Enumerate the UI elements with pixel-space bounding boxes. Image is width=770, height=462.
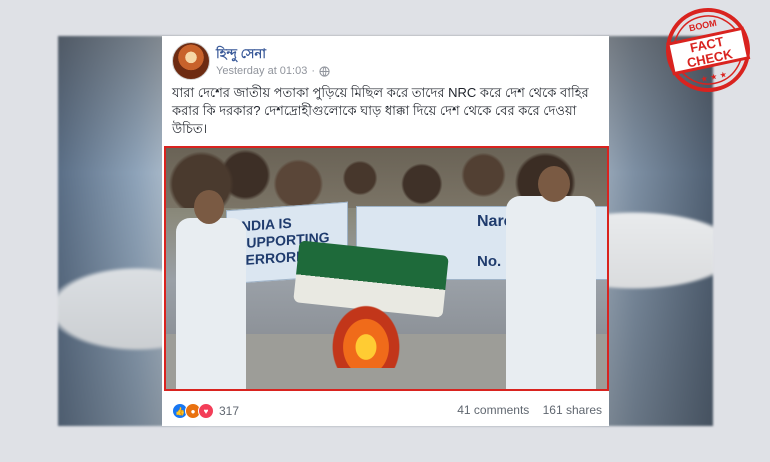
page-name-link[interactable]: হিন্দু সেনা [216,45,266,66]
dot-separator: · [311,65,316,77]
post-header: হিন্দু সেনা Yesterday at 01:03 · [172,42,592,82]
post-text: যারা দেশের জাতীয় পতাকা পুড়িয়ে মিছিল ক… [172,85,589,136]
shares-count[interactable]: 161 shares [543,403,602,417]
stamp-stars: ★ ★ ★ [700,70,728,84]
avatar[interactable] [172,42,210,80]
person-left [176,218,246,389]
facebook-post: হিন্দু সেনা Yesterday at 01:03 · যারা দে… [162,36,609,426]
post-meta: Yesterday at 01:03 · [216,65,330,77]
comments-count[interactable]: 41 comments [457,403,529,417]
post-footer: 👍 ● ♥ 317 41 comments 161 shares [172,401,602,421]
head-right [538,166,570,202]
post-photo[interactable]: INDIA IS SUPPORTING TERRORISM Narend No.… [164,146,609,391]
reactions[interactable]: 👍 ● ♥ 317 [172,403,239,419]
timestamp[interactable]: Yesterday at 01:03 [216,65,307,77]
fact-check-stamp: BOOM FACT CHECK ★ ★ ★ [666,8,751,92]
head-left [194,190,224,224]
reaction-count[interactable]: 317 [219,404,239,418]
globe-icon[interactable] [319,65,330,77]
fire [326,298,406,368]
engagement-counts: 41 comments 161 shares [447,403,602,417]
person-right [506,196,596,389]
love-icon: ♥ [198,403,214,419]
